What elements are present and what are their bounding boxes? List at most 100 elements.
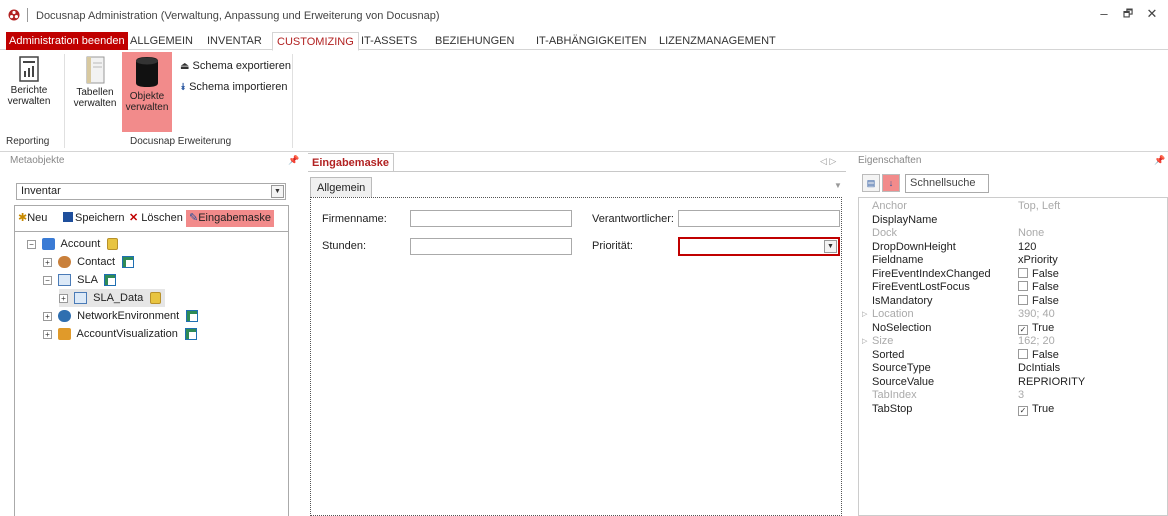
responsible-field[interactable] <box>678 210 840 227</box>
property-value[interactable]: xPriority <box>1018 254 1058 267</box>
tree-node-sla-data[interactable]: + SLA_Data <box>59 289 166 307</box>
property-value[interactable]: DcIntials <box>1018 362 1060 375</box>
manage-objects-label-2: verwalten <box>125 102 169 113</box>
tree-node-account[interactable]: − Account <box>27 235 119 253</box>
tab-it-assets[interactable]: IT-ASSETS <box>357 32 421 50</box>
properties-title: Eigenschaften <box>858 155 922 166</box>
collapse-toggle[interactable]: − <box>43 275 52 285</box>
export-schema-button[interactable]: ⏏ Schema exportieren <box>180 60 291 76</box>
docusnap-logo-icon <box>8 9 20 21</box>
exit-administration-button[interactable]: Administration beenden <box>6 32 128 50</box>
property-row[interactable]: FireEventLostFocus False <box>859 281 1167 294</box>
property-row[interactable]: TabIndex 3 <box>859 389 1167 402</box>
checkbox-icon[interactable] <box>1018 267 1028 278</box>
property-row[interactable]: Anchor Top, Left <box>859 200 1167 213</box>
delete-button[interactable]: ✕ Löschen <box>129 210 183 227</box>
save-button[interactable]: Speichern <box>63 210 125 227</box>
property-value-text: None <box>1018 227 1045 239</box>
checkbox-icon[interactable] <box>1018 348 1028 359</box>
checkbox-icon[interactable] <box>1018 294 1028 305</box>
checkbox-icon[interactable] <box>1018 281 1028 291</box>
manage-tables-button[interactable]: Tabellen verwalten <box>70 56 120 124</box>
tab-lizenzmanagement[interactable]: LIZENZMANAGEMENT <box>655 32 780 50</box>
property-value[interactable]: False <box>1018 294 1059 308</box>
property-value[interactable]: False <box>1018 281 1059 294</box>
manage-objects-button[interactable]: Objekte verwalten <box>122 52 172 132</box>
pin-icon[interactable]: 📌 <box>1154 155 1165 166</box>
property-name: DisplayName <box>872 213 938 226</box>
property-value[interactable]: 120 <box>1018 241 1036 254</box>
tab-allgemein-form[interactable]: Allgemein <box>310 177 373 197</box>
property-row[interactable]: DisplayName <box>859 214 1167 227</box>
tree-node-contact[interactable]: + Contact <box>43 253 135 271</box>
company-field[interactable] <box>410 210 572 227</box>
window-title: Docusnap Administration (Verwaltung, Anp… <box>36 10 440 22</box>
tab-customizing[interactable]: CUSTOMIZING <box>272 32 359 51</box>
property-row[interactable]: Sorted False <box>859 348 1167 362</box>
property-value[interactable]: REPRIORITY <box>1018 376 1085 389</box>
property-value[interactable]: False <box>1018 267 1059 281</box>
priority-select[interactable]: ▼ <box>678 237 840 256</box>
property-row[interactable]: ▷ Size 162; 20 <box>859 335 1167 348</box>
tree-node-network-environment[interactable]: + NetworkEnvironment <box>43 307 199 325</box>
import-schema-button[interactable]: ⯯ Schema importieren <box>180 81 288 97</box>
input-mask-button[interactable]: ✎Eingabemaske <box>186 210 274 227</box>
tab-it-abhaengigkeiten[interactable]: IT-ABHÄNGIGKEITEN <box>532 32 651 50</box>
close-button[interactable]: ✕ <box>1141 5 1163 23</box>
tab-allgemein[interactable]: ALLGEMEIN <box>126 32 197 50</box>
checkbox-checked-icon[interactable]: ✓ <box>1018 324 1028 335</box>
expand-toggle[interactable]: + <box>43 311 52 321</box>
checkbox-checked-icon[interactable]: ✓ <box>1018 405 1028 416</box>
tab-inventar[interactable]: INVENTAR <box>203 32 266 50</box>
categorized-sort-icon[interactable]: ▤ <box>862 174 880 192</box>
minimize-button[interactable]: – <box>1093 5 1115 23</box>
quick-search-input[interactable]: Schnellsuche <box>905 174 989 193</box>
property-row[interactable]: DropDownHeight 120 <box>859 241 1167 254</box>
property-row[interactable]: NoSelection ✓ True <box>859 322 1167 335</box>
group-separator <box>64 54 65 148</box>
property-value[interactable]: False <box>1018 348 1059 362</box>
property-row[interactable]: Fieldname xPriority <box>859 254 1167 267</box>
property-value[interactable]: ✓ True <box>1018 403 1054 416</box>
property-value[interactable]: 390; 40 <box>1018 308 1055 321</box>
expand-toggle[interactable]: + <box>59 293 68 303</box>
manage-reports-button[interactable]: Berichte verwalten <box>2 56 56 124</box>
report-icon <box>19 56 39 82</box>
property-row[interactable]: FireEventIndexChanged False <box>859 267 1167 281</box>
expand-toggle[interactable]: + <box>43 257 52 267</box>
chevron-down-icon[interactable]: ▼ <box>834 181 842 190</box>
property-grid: Anchor Top, Left DisplayName Dock None DropDo… <box>858 197 1168 516</box>
group-label-reporting: Reporting <box>6 136 50 147</box>
tree-node-sla[interactable]: − SLA <box>43 271 117 289</box>
property-row[interactable]: SourceValue REPRIORITY <box>859 376 1167 389</box>
property-value[interactable]: 3 <box>1018 389 1024 402</box>
property-value[interactable]: 162; 20 <box>1018 335 1055 348</box>
document-tab-input-mask[interactable]: Eingabemaske <box>308 153 395 171</box>
property-value[interactable]: None <box>1018 227 1044 240</box>
tree-node-account-visualization[interactable]: + AccountVisualization <box>43 325 197 343</box>
maximize-button[interactable]: 🗗 <box>1117 5 1139 23</box>
property-value[interactable]: Top, Left <box>1018 200 1060 213</box>
property-row[interactable]: SourceType DcIntials <box>859 362 1167 375</box>
pin-icon[interactable]: 📌 <box>288 155 299 166</box>
property-name: Dock <box>872 227 898 239</box>
property-row[interactable]: Dock None <box>859 227 1167 240</box>
visualization-icon <box>58 328 72 341</box>
tab-nav-arrows[interactable]: ◁ ▷ <box>820 156 836 167</box>
collapse-toggle[interactable]: − <box>27 239 36 249</box>
expand-arrow-icon[interactable]: ▷ <box>862 335 867 348</box>
property-row[interactable]: IsMandatory False <box>859 294 1167 308</box>
metaobjects-title: Metaobjekte <box>10 155 65 166</box>
property-row[interactable]: ▷ Location 390; 40 <box>859 308 1167 321</box>
alphabetical-sort-icon[interactable]: ↓ <box>882 174 900 192</box>
property-name: Size <box>872 335 894 347</box>
property-value[interactable]: ✓ True <box>1018 322 1054 335</box>
tab-beziehungen[interactable]: BEZIEHUNGEN <box>431 32 518 50</box>
expand-arrow-icon[interactable]: ▷ <box>862 308 867 321</box>
hours-field[interactable] <box>410 238 572 255</box>
inventory-select[interactable]: Inventar ▼ <box>16 183 286 200</box>
property-value-text: False <box>1032 281 1059 293</box>
expand-toggle[interactable]: + <box>43 329 52 339</box>
new-button[interactable]: ✱Neu <box>18 210 47 227</box>
property-row[interactable]: TabStop ✓ True <box>859 403 1167 416</box>
